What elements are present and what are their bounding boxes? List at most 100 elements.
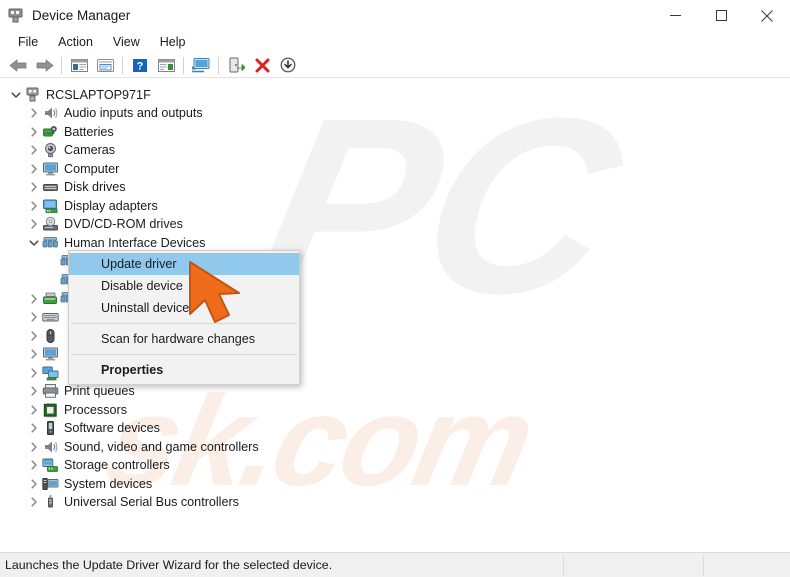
- chevron-right-icon[interactable]: [26, 439, 42, 455]
- forward-arrow-icon[interactable]: [31, 54, 57, 76]
- chevron-down-icon[interactable]: [26, 235, 42, 251]
- minimize-button[interactable]: [652, 0, 698, 31]
- tree-row[interactable]: Universal Serial Bus controllers: [26, 493, 239, 512]
- tree-row[interactable]: Batteries: [26, 123, 114, 142]
- chevron-right-icon[interactable]: [26, 309, 42, 325]
- chevron-right-icon[interactable]: [26, 142, 42, 158]
- tree-row[interactable]: Storage controllers: [26, 456, 170, 475]
- battery-icon: [42, 124, 59, 140]
- tree-row-root[interactable]: RCSLAPTOP971F: [8, 86, 151, 105]
- tree-row-label: RCSLAPTOP971F: [46, 88, 151, 103]
- tree-row-label: Sound, video and game controllers: [64, 440, 259, 455]
- monitor-icon: [42, 346, 59, 362]
- speaker-icon: [42, 439, 59, 455]
- dvd-drive-icon: [42, 216, 59, 232]
- tree-row[interactable]: Sound, video and game controllers: [26, 438, 259, 457]
- tree-row-label: Print queues: [64, 384, 135, 399]
- chevron-right-icon[interactable]: [26, 124, 42, 140]
- tree-row-label: Software devices: [64, 421, 160, 436]
- context-menu-item-update-driver[interactable]: Update driver: [69, 253, 299, 275]
- tree-row[interactable]: System devices: [26, 475, 152, 494]
- storage-controller-icon: [42, 457, 59, 473]
- chevron-right-icon[interactable]: [26, 198, 42, 214]
- computer-icon: [24, 87, 41, 103]
- update-driver-icon[interactable]: [223, 54, 249, 76]
- context-menu-item-scan-for-hardware-changes[interactable]: Scan for hardware changes: [69, 328, 299, 350]
- back-arrow-icon[interactable]: [5, 54, 31, 76]
- context-menu-item-disable-device[interactable]: Disable device: [69, 275, 299, 297]
- tree-row-label: System devices: [64, 477, 153, 492]
- disable-device-icon[interactable]: [275, 54, 301, 76]
- chevron-right-icon[interactable]: [26, 291, 42, 307]
- menu-file[interactable]: File: [9, 33, 47, 51]
- status-bar: Launches the Update Driver Wizard for th…: [0, 552, 790, 577]
- menu-view[interactable]: View: [104, 33, 149, 51]
- window-title: Device Manager: [32, 8, 131, 23]
- toolbar-separator-2: [122, 56, 123, 74]
- tree-row-label: Disk drives: [64, 180, 126, 195]
- tree-row-label: Display adapters: [64, 199, 158, 214]
- tree-row[interactable]: Disk drives: [26, 178, 126, 197]
- close-button[interactable]: [744, 0, 790, 31]
- chevron-down-icon[interactable]: [8, 87, 24, 103]
- display-adapter-icon: [42, 198, 59, 214]
- chevron-right-icon[interactable]: [26, 346, 42, 362]
- context-menu-item-properties[interactable]: Properties: [69, 359, 299, 381]
- tree-row[interactable]: DVD/CD-ROM drives: [26, 215, 183, 234]
- tree-row[interactable]: Processors: [26, 401, 127, 420]
- chevron-right-icon[interactable]: [26, 105, 42, 121]
- tree-row-label: Storage controllers: [64, 458, 170, 473]
- printer-icon: [42, 383, 59, 399]
- window-controls: [652, 0, 790, 31]
- maximize-button[interactable]: [698, 0, 744, 31]
- menu-action[interactable]: Action: [49, 33, 102, 51]
- tree-row[interactable]: [26, 327, 64, 346]
- speaker-icon: [42, 105, 59, 121]
- chevron-right-icon[interactable]: [26, 402, 42, 418]
- hid-icon: [42, 235, 59, 251]
- tree-row-label: Universal Serial Bus controllers: [64, 495, 239, 510]
- toolbar-separator-1: [61, 56, 62, 74]
- console-tree-icon[interactable]: [66, 54, 92, 76]
- chevron-right-icon[interactable]: [26, 476, 42, 492]
- tree-row[interactable]: Audio inputs and outputs: [26, 104, 203, 123]
- menu-help[interactable]: Help: [151, 33, 195, 51]
- scan-hardware-icon[interactable]: [188, 54, 214, 76]
- network-adapter-icon: [42, 365, 59, 381]
- uninstall-red-x-icon[interactable]: [249, 54, 275, 76]
- toolbar-separator-3: [183, 56, 184, 74]
- context-menu[interactable]: Update driver Disable device Uninstall dev…: [68, 250, 300, 385]
- disk-drive-icon: [42, 179, 59, 195]
- svg-text:?: ?: [137, 60, 144, 72]
- chevron-right-icon[interactable]: [26, 494, 42, 510]
- tree-row[interactable]: [26, 345, 64, 364]
- monitor-icon: [42, 161, 59, 177]
- action-pane-icon[interactable]: [153, 54, 179, 76]
- chevron-right-icon[interactable]: [26, 161, 42, 177]
- mouse-icon: [42, 328, 59, 344]
- usb-icon: [42, 494, 59, 510]
- tree-row[interactable]: Software devices: [26, 419, 160, 438]
- context-menu-separator: [71, 323, 297, 324]
- chevron-right-icon[interactable]: [26, 457, 42, 473]
- chevron-right-icon[interactable]: [26, 328, 42, 344]
- tree-row[interactable]: [26, 364, 64, 383]
- ide-controller-icon: [42, 291, 59, 307]
- menu-bar: File Action View Help: [0, 31, 790, 53]
- tree-row-label: Cameras: [64, 143, 116, 158]
- chevron-right-icon[interactable]: [26, 383, 42, 399]
- system-device-icon: [42, 476, 59, 492]
- chevron-right-icon[interactable]: [26, 216, 42, 232]
- tree-row[interactable]: Computer: [26, 160, 119, 179]
- tree-row[interactable]: [26, 308, 64, 327]
- chevron-right-icon[interactable]: [26, 365, 42, 381]
- chevron-right-icon[interactable]: [26, 420, 42, 436]
- context-menu-item-uninstall-device[interactable]: Uninstall device: [69, 297, 299, 319]
- properties-icon[interactable]: [92, 54, 118, 76]
- help-icon[interactable]: ?: [127, 54, 153, 76]
- tree-row[interactable]: [26, 290, 64, 309]
- tree-row[interactable]: Cameras: [26, 141, 115, 160]
- tree-row-label: Batteries: [64, 125, 114, 140]
- tree-row[interactable]: Display adapters: [26, 197, 158, 216]
- chevron-right-icon[interactable]: [26, 179, 42, 195]
